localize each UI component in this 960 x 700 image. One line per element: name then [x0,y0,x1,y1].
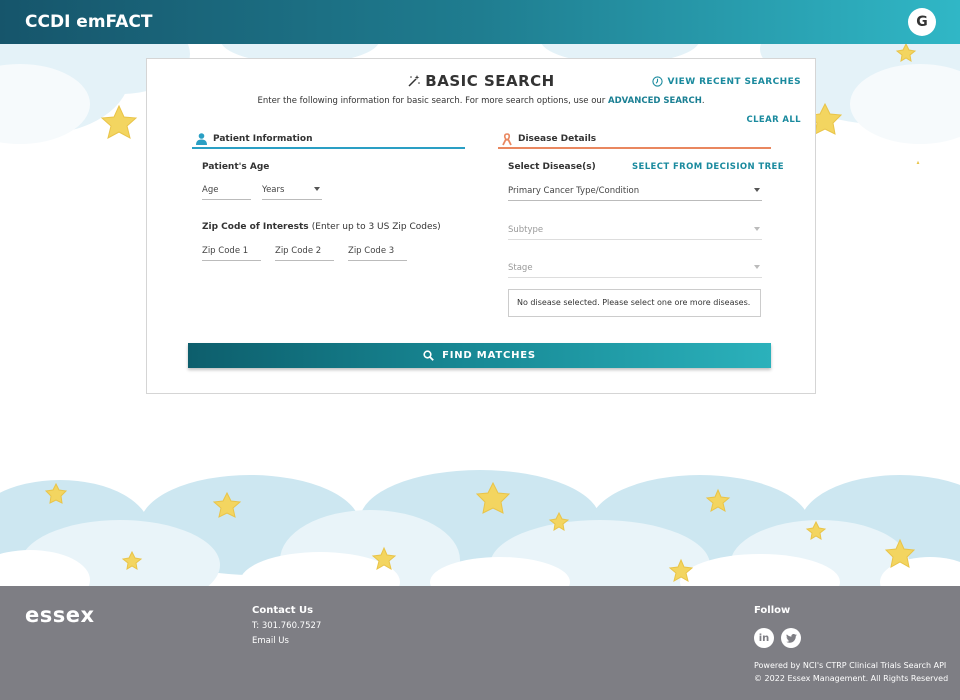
subtype-select[interactable]: Subtype [508,224,762,240]
zip-code-1-input[interactable]: Zip Code 1 [202,245,261,261]
user-avatar[interactable]: G [908,8,936,36]
find-matches-button[interactable]: FIND MATCHES [188,343,771,368]
powered-by-text: Powered by NCI's CTRP Clinical Trials Se… [754,661,947,670]
search-icon [423,350,434,361]
age-placeholder: Age [202,185,219,195]
view-recent-label: VIEW RECENT SEARCHES [667,76,801,87]
chevron-down-icon [754,188,760,192]
twitter-bird-icon [785,633,797,643]
patient-section-header: Patient Information [192,131,465,149]
instructions-suffix: . [701,96,705,106]
age-input[interactable]: Age [202,184,251,200]
no-disease-notice: No disease selected. Please select one o… [508,289,761,317]
patient-section-title: Patient Information [213,134,313,144]
zip-code-label: Zip Code of Interests (Enter up to 3 US … [202,222,441,232]
magic-wand-icon [408,75,421,87]
zip-code-hint: (Enter up to 3 US Zip Codes) [311,222,441,232]
clear-all-button[interactable]: CLEAR ALL [746,115,801,125]
disease-section-title: Disease Details [518,134,597,144]
star-icon [916,160,920,164]
cloud-decoration-bottom [0,470,960,586]
twitter-icon[interactable] [781,628,801,648]
page-footer: essex Contact Us T: 301.760.7527 Email U… [0,586,960,700]
person-icon [196,133,207,145]
app-header: CCDI emFACT G [0,0,960,44]
email-us-link[interactable]: Email Us [252,636,289,646]
contact-us-heading: Contact Us [252,605,314,616]
find-matches-label: FIND MATCHES [442,350,536,361]
zip-code-1-placeholder: Zip Code 1 [202,246,249,256]
linkedin-icon[interactable]: in [754,628,774,648]
zip-code-label-text: Zip Code of Interests [202,222,309,232]
primary-cancer-select[interactable]: Primary Cancer Type/Condition [508,185,762,201]
subtype-placeholder: Subtype [508,225,544,235]
chevron-down-icon [754,265,760,269]
primary-cancer-placeholder: Primary Cancer Type/Condition [508,186,640,196]
phone-number: T: 301.760.7527 [252,621,322,631]
age-unit-value: Years [262,185,285,195]
chevron-down-icon [754,227,760,231]
disease-section-header: Disease Details [498,131,771,149]
awareness-ribbon-icon [502,132,512,145]
zip-code-3-placeholder: Zip Code 3 [348,246,395,256]
basic-search-card: BASIC SEARCH VIEW RECENT SEARCHES Enter … [146,58,816,394]
zip-code-2-placeholder: Zip Code 2 [275,246,322,256]
select-diseases-label: Select Disease(s) [508,162,596,172]
stage-placeholder: Stage [508,263,533,273]
zip-code-3-input[interactable]: Zip Code 3 [348,245,407,261]
search-instructions: Enter the following information for basi… [147,96,815,106]
app-title[interactable]: CCDI emFACT [25,12,152,32]
clock-history-icon [651,76,663,87]
view-recent-searches-link[interactable]: VIEW RECENT SEARCHES [651,76,801,87]
advanced-search-link[interactable]: ADVANCED SEARCH [608,96,702,106]
copyright-text: © 2022 Essex Management. All Rights Rese… [754,674,949,683]
chevron-down-icon [314,187,320,191]
age-unit-select[interactable]: Years [262,184,322,200]
patient-age-label: Patient's Age [202,162,270,172]
follow-heading: Follow [754,605,791,616]
zip-code-2-input[interactable]: Zip Code 2 [275,245,334,261]
stage-select[interactable]: Stage [508,262,762,278]
decision-tree-link[interactable]: SELECT FROM DECISION TREE [632,162,784,172]
instructions-text: Enter the following information for basi… [257,96,609,106]
search-title: BASIC SEARCH [425,72,555,90]
essex-logo[interactable]: essex [25,603,95,627]
